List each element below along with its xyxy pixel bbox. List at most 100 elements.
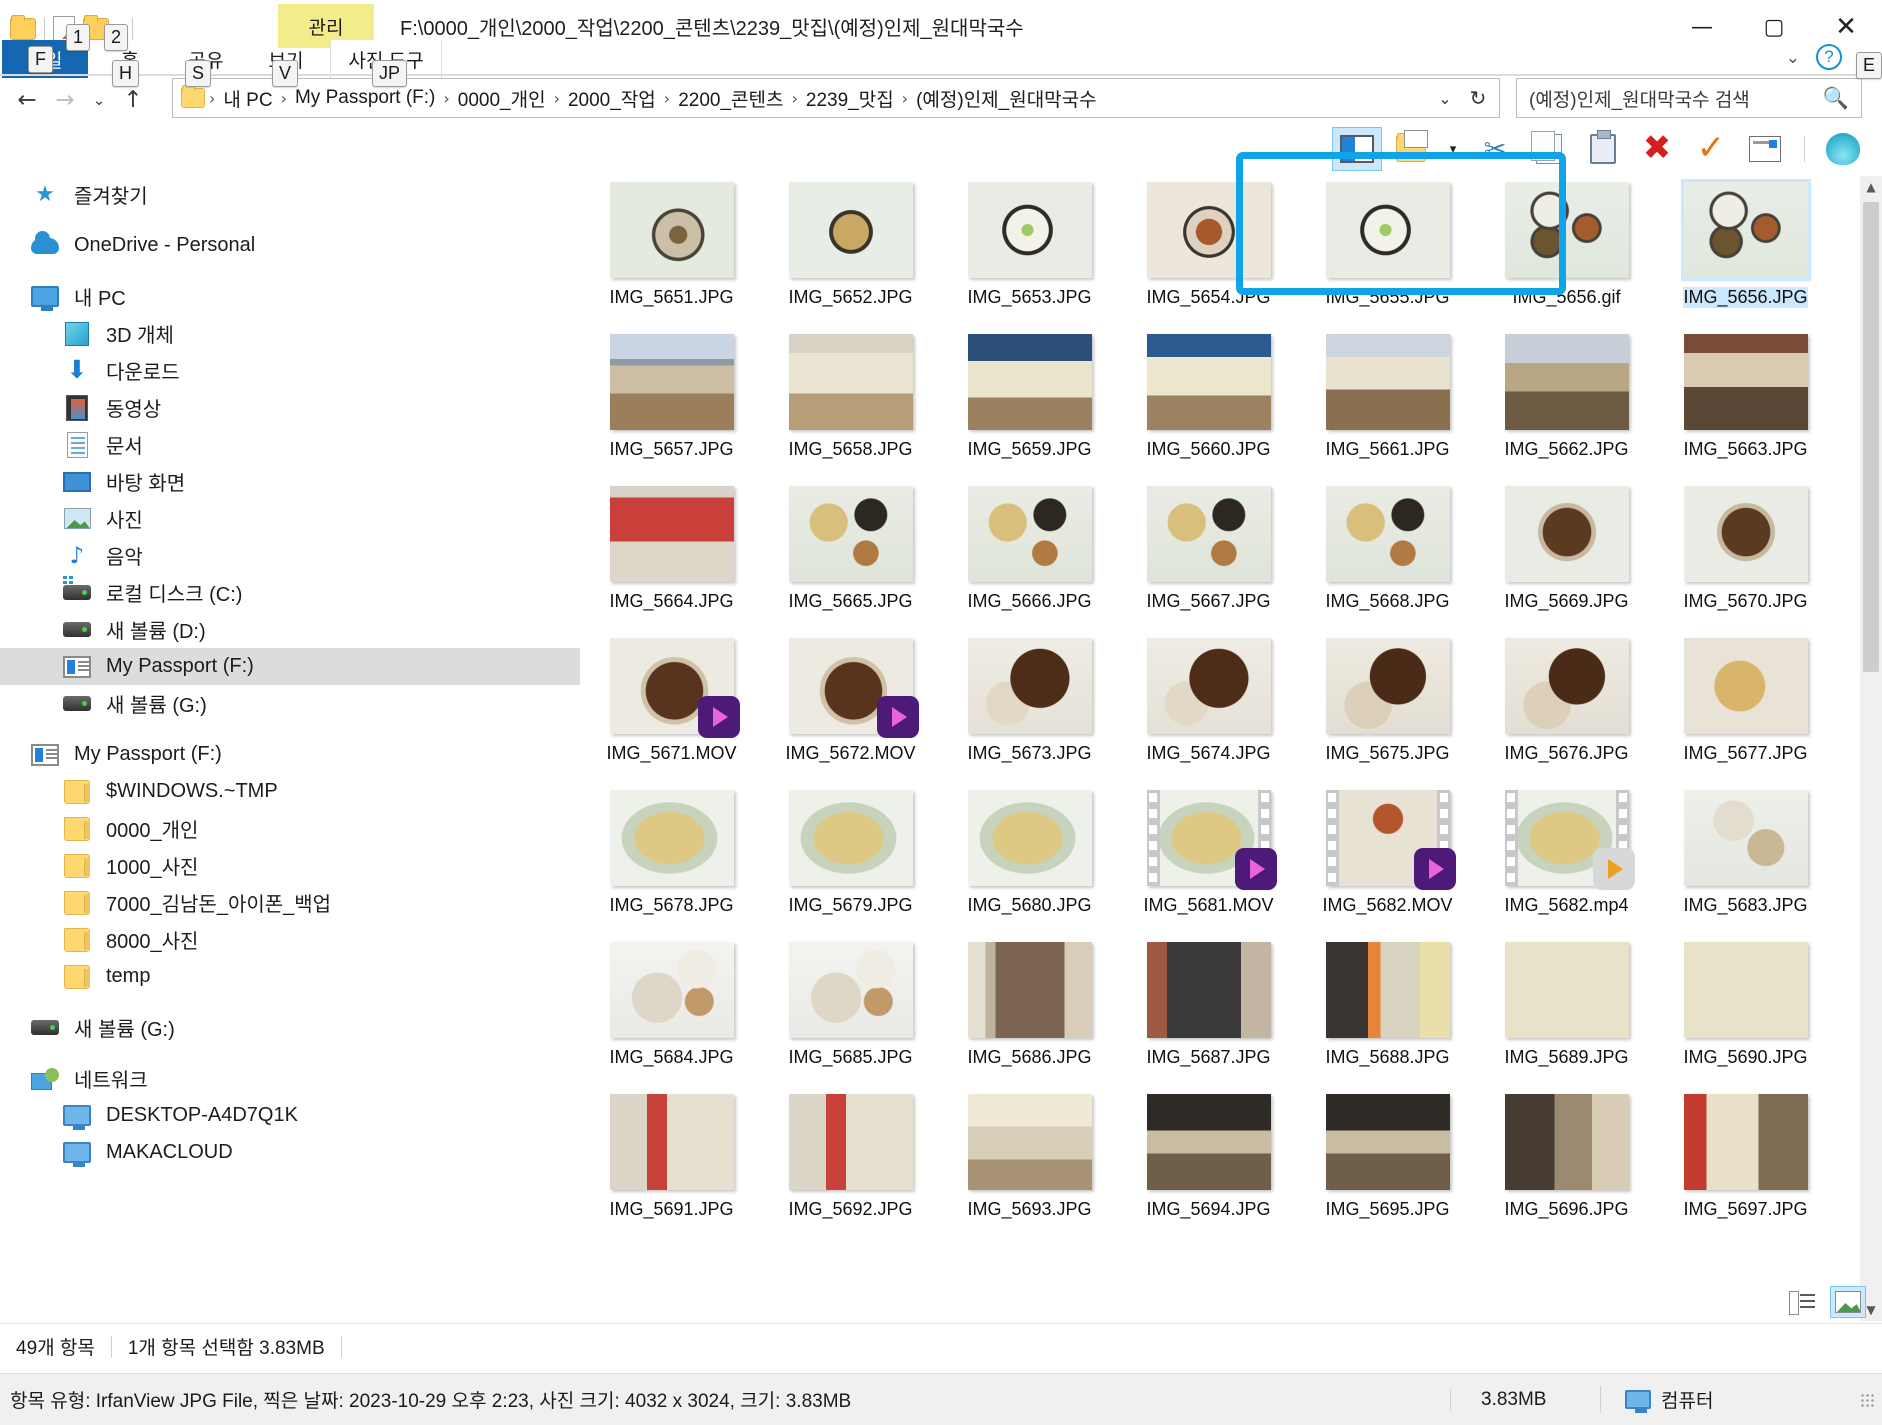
details-view-button[interactable] bbox=[1784, 1286, 1820, 1318]
file-tile[interactable]: IMG_5677.JPG bbox=[1656, 632, 1835, 784]
sidebar-item-my-passport-f[interactable]: My Passport (F:) bbox=[0, 736, 580, 773]
shell-extension-button[interactable] bbox=[1818, 127, 1868, 171]
file-tile[interactable]: IMG_5683.JPG bbox=[1656, 784, 1835, 936]
breadcrumb-item-1[interactable]: My Passport (F:) bbox=[289, 87, 441, 109]
sidebar-item-8000[interactable]: 8000_사진 bbox=[0, 921, 580, 958]
resize-grip[interactable] bbox=[1860, 1392, 1874, 1407]
file-tile[interactable]: IMG_5672.MOV bbox=[761, 632, 940, 784]
search-box[interactable]: (예정)인제_원대막국수 검색 🔍 bbox=[1516, 78, 1862, 118]
file-tile[interactable]: IMG_5671.MOV bbox=[582, 632, 761, 784]
sidebar-item-desktop-a4d7q1k[interactable]: DESKTOP-A4D7Q1K bbox=[0, 1097, 580, 1134]
file-tile[interactable]: IMG_5666.JPG bbox=[940, 480, 1119, 632]
file-tile[interactable]: IMG_5653.JPG bbox=[940, 176, 1119, 328]
file-tile[interactable]: IMG_5668.JPG bbox=[1298, 480, 1477, 632]
search-input[interactable]: (예정)인제_원대막국수 검색 bbox=[1529, 85, 1823, 112]
file-tile[interactable]: IMG_5682.mp4 bbox=[1477, 784, 1656, 936]
file-tile[interactable]: IMG_5667.JPG bbox=[1119, 480, 1298, 632]
large-icons-view-button[interactable] bbox=[1830, 1286, 1866, 1318]
sidebar-item-[interactable]: 사진 bbox=[0, 500, 580, 537]
copy-button[interactable] bbox=[1524, 127, 1574, 171]
file-tile[interactable]: IMG_5654.JPG bbox=[1119, 176, 1298, 328]
paste-button[interactable] bbox=[1578, 127, 1628, 171]
file-tile[interactable]: IMG_5673.JPG bbox=[940, 632, 1119, 784]
file-tile[interactable]: IMG_5686.JPG bbox=[940, 936, 1119, 1088]
recent-locations-button[interactable]: ⌄ bbox=[86, 83, 112, 117]
ribbon-collapse-icon[interactable]: ⌄ bbox=[1786, 48, 1800, 68]
file-tile[interactable]: IMG_5696.JPG bbox=[1477, 1088, 1656, 1240]
file-tile[interactable]: IMG_5679.JPG bbox=[761, 784, 940, 936]
file-tile[interactable]: IMG_5697.JPG bbox=[1656, 1088, 1835, 1240]
file-tile[interactable]: IMG_5694.JPG bbox=[1119, 1088, 1298, 1240]
navigation-pane[interactable]: ★ 즐겨찾기 OneDrive - Personal 내 PC 3D 개체 ⬇ 다운로드 동영… bbox=[0, 176, 580, 1321]
up-button[interactable]: ↑ bbox=[116, 83, 150, 117]
sidebar-item-pc[interactable]: 내 PC bbox=[0, 278, 580, 315]
file-tile[interactable]: IMG_5656.gif bbox=[1477, 176, 1656, 328]
delete-button[interactable]: ✖ bbox=[1632, 127, 1682, 171]
forward-button[interactable]: → bbox=[48, 83, 82, 117]
folder-icon[interactable] bbox=[10, 15, 36, 40]
sidebar-item-[interactable]: ♪ 음악 bbox=[0, 537, 580, 574]
confirm-button[interactable]: ✓ bbox=[1686, 127, 1736, 171]
sidebar-item-3d[interactable]: 3D 개체 bbox=[0, 315, 580, 352]
navigation-pane-toggle-button[interactable] bbox=[1332, 127, 1382, 171]
sidebar-item-[interactable]: ⬇ 다운로드 bbox=[0, 352, 580, 389]
file-tile[interactable]: IMG_5657.JPG bbox=[582, 328, 761, 480]
file-tile[interactable]: IMG_5664.JPG bbox=[582, 480, 761, 632]
sidebar-item-[interactable]: ★ 즐겨찾기 bbox=[0, 176, 580, 213]
back-button[interactable]: ← bbox=[10, 83, 44, 117]
file-tile[interactable]: IMG_5682.MOV bbox=[1298, 784, 1477, 936]
file-tile[interactable]: IMG_5693.JPG bbox=[940, 1088, 1119, 1240]
refresh-icon[interactable]: ↻ bbox=[1461, 86, 1495, 110]
scroll-up-button[interactable]: ▲ bbox=[1860, 176, 1882, 198]
file-list-view[interactable]: IMG_5651.JPG IMG_5652.JPG IMG_5653.JPG IMG_… bbox=[582, 176, 1882, 1321]
chevron-down-icon[interactable]: ⌄ bbox=[1429, 89, 1461, 108]
sidebar-item-[interactable]: 동영상 bbox=[0, 389, 580, 426]
file-tile[interactable]: IMG_5674.JPG bbox=[1119, 632, 1298, 784]
sidebar-item-c[interactable]: 로컬 디스크 (C:) bbox=[0, 574, 580, 611]
file-tile[interactable]: IMG_5695.JPG bbox=[1298, 1088, 1477, 1240]
scrollbar-thumb[interactable] bbox=[1863, 202, 1879, 672]
file-tile[interactable]: IMG_5656.JPG bbox=[1656, 176, 1835, 328]
file-tile[interactable]: IMG_5659.JPG bbox=[940, 328, 1119, 480]
file-tile[interactable]: IMG_5692.JPG bbox=[761, 1088, 940, 1240]
sidebar-item-g[interactable]: 새 볼륨 (G:) bbox=[0, 1009, 580, 1046]
sidebar-item-g[interactable]: 새 볼륨 (G:) bbox=[0, 685, 580, 722]
file-tile[interactable]: IMG_5658.JPG bbox=[761, 328, 940, 480]
breadcrumb-item-5[interactable]: 2239_맛집 bbox=[800, 85, 900, 112]
new-folder-button[interactable] bbox=[1386, 127, 1436, 171]
breadcrumb-item-0[interactable]: 내 PC bbox=[217, 85, 278, 112]
file-tile[interactable]: IMG_5652.JPG bbox=[761, 176, 940, 328]
file-tile[interactable]: IMG_5660.JPG bbox=[1119, 328, 1298, 480]
sidebar-item-temp[interactable]: temp bbox=[0, 958, 580, 995]
file-tile[interactable]: IMG_5678.JPG bbox=[582, 784, 761, 936]
sidebar-item-d[interactable]: 새 볼륨 (D:) bbox=[0, 611, 580, 648]
rename-button[interactable] bbox=[1740, 127, 1790, 171]
file-tile[interactable]: IMG_5669.JPG bbox=[1477, 480, 1656, 632]
file-tile[interactable]: IMG_5661.JPG bbox=[1298, 328, 1477, 480]
sidebar-item-makacloud[interactable]: MAKACLOUD bbox=[0, 1134, 580, 1171]
file-tile[interactable]: IMG_5651.JPG bbox=[582, 176, 761, 328]
breadcrumb-item-4[interactable]: 2200_콘텐츠 bbox=[672, 85, 789, 112]
file-tile[interactable]: IMG_5676.JPG bbox=[1477, 632, 1656, 784]
help-icon[interactable]: ? bbox=[1816, 44, 1842, 70]
file-tile[interactable]: IMG_5688.JPG bbox=[1298, 936, 1477, 1088]
file-tile[interactable]: IMG_5670.JPG bbox=[1656, 480, 1835, 632]
file-tile[interactable]: IMG_5685.JPG bbox=[761, 936, 940, 1088]
breadcrumb-item-2[interactable]: 0000_개인 bbox=[452, 85, 552, 112]
sidebar-item-windows-tmp[interactable]: $WINDOWS.~TMP bbox=[0, 773, 580, 810]
new-folder-dropdown-button[interactable]: ▾ bbox=[1440, 127, 1466, 171]
file-tile[interactable]: IMG_5680.JPG bbox=[940, 784, 1119, 936]
file-tile[interactable]: IMG_5665.JPG bbox=[761, 480, 940, 632]
file-tile[interactable]: IMG_5689.JPG bbox=[1477, 936, 1656, 1088]
vertical-scrollbar[interactable]: ▲ ▼ bbox=[1860, 176, 1882, 1321]
file-tile[interactable]: IMG_5681.MOV bbox=[1119, 784, 1298, 936]
file-tile[interactable]: IMG_5691.JPG bbox=[582, 1088, 761, 1240]
sidebar-item-7000[interactable]: 7000_김남돈_아이폰_백업 bbox=[0, 884, 580, 921]
file-tile[interactable]: IMG_5684.JPG bbox=[582, 936, 761, 1088]
file-tile[interactable]: IMG_5690.JPG bbox=[1656, 936, 1835, 1088]
sidebar-item-onedrive-personal[interactable]: OneDrive - Personal bbox=[0, 227, 580, 264]
file-tile[interactable]: IMG_5675.JPG bbox=[1298, 632, 1477, 784]
file-tile[interactable]: IMG_5655.JPG bbox=[1298, 176, 1477, 328]
sidebar-item-my-passport-f[interactable]: My Passport (F:) bbox=[0, 648, 580, 685]
file-tile[interactable]: IMG_5687.JPG bbox=[1119, 936, 1298, 1088]
